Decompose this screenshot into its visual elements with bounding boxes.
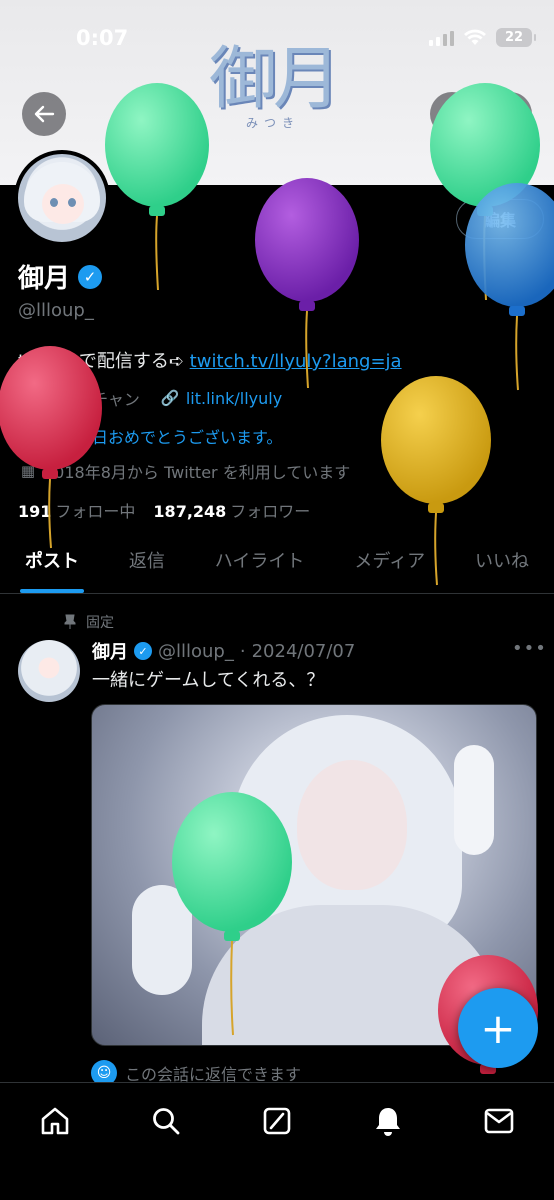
search-icon	[153, 1108, 180, 1135]
nav-notifications[interactable]	[370, 1103, 406, 1139]
nav-grok[interactable]	[259, 1103, 295, 1139]
nav-messages[interactable]	[481, 1103, 517, 1139]
nav-search[interactable]	[148, 1103, 184, 1139]
bottom-navigation	[0, 1082, 554, 1200]
balloon-yellow-icon	[381, 376, 491, 586]
balloon-purple-icon	[255, 178, 359, 389]
notifications-icon	[376, 1108, 400, 1136]
balloon-red-1-icon	[0, 346, 102, 549]
balloon-blue-icon	[465, 183, 554, 391]
grok-icon	[263, 1107, 291, 1135]
messages-icon	[484, 1108, 514, 1134]
home-icon	[41, 1107, 69, 1135]
balloon-green-3-icon	[172, 792, 292, 1036]
nav-home[interactable]	[37, 1103, 73, 1139]
compose-button[interactable]: +	[458, 988, 538, 1068]
balloon-green-1-icon	[105, 83, 209, 291]
